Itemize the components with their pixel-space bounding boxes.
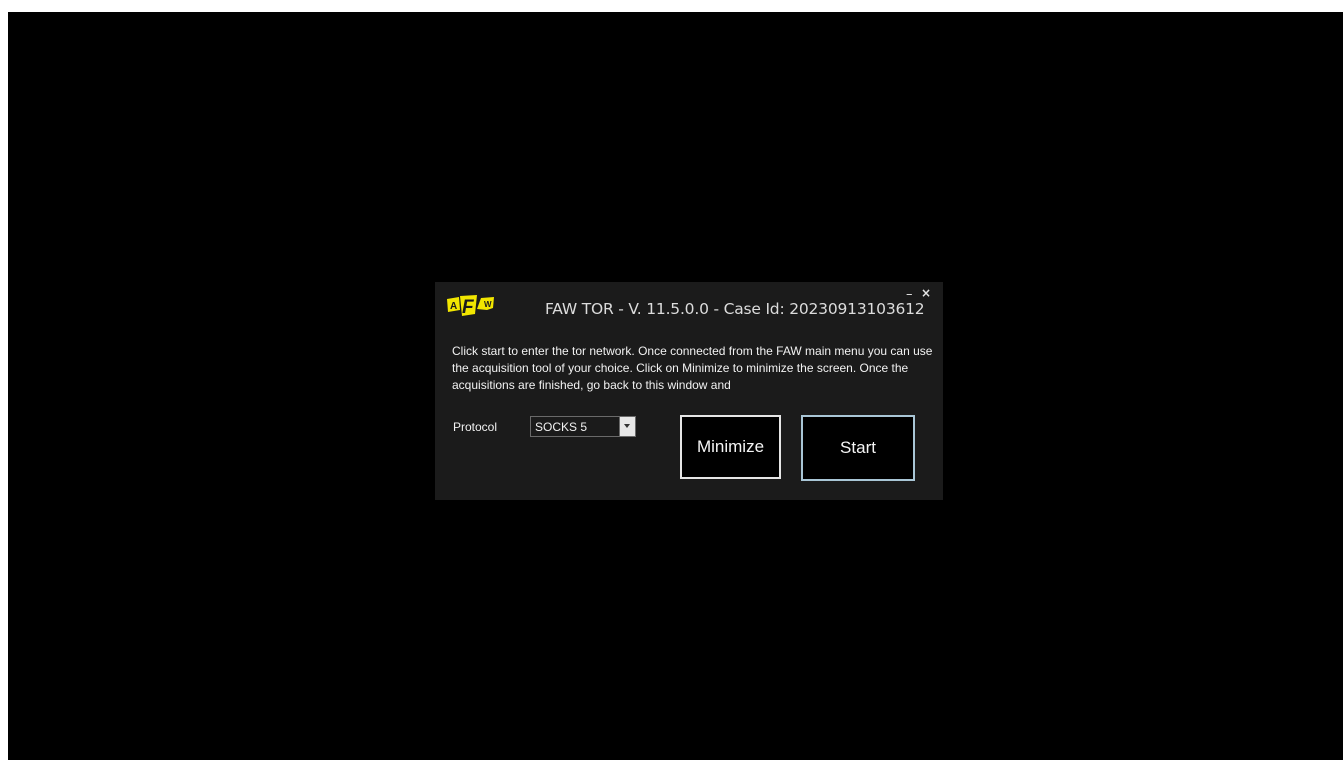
instructions-text: Click start to enter the tor network. On…	[452, 344, 933, 392]
svg-text:F: F	[462, 297, 475, 317]
protocol-selected-value: SOCKS 5	[535, 420, 588, 434]
minimize-button[interactable]: Minimize	[680, 415, 781, 479]
minimize-icon[interactable]: –	[906, 288, 913, 301]
svg-text:W: W	[484, 300, 492, 309]
faw-logo-icon: A F W	[447, 295, 505, 318]
close-icon[interactable]: ×	[921, 287, 931, 299]
protocol-select[interactable]: SOCKS 5	[530, 416, 636, 437]
start-button[interactable]: Start	[801, 415, 915, 481]
faw-tor-dialog: A F W FAW TOR - V. 11.5.0.0 - Case Id: 2…	[435, 282, 943, 500]
desktop-background: A F W FAW TOR - V. 11.5.0.0 - Case Id: 2…	[8, 12, 1343, 760]
window-title: FAW TOR - V. 11.5.0.0 - Case Id: 2023091…	[545, 300, 925, 318]
protocol-label: Protocol	[453, 420, 498, 434]
svg-text:A: A	[450, 301, 457, 312]
chevron-down-icon[interactable]	[619, 417, 635, 436]
